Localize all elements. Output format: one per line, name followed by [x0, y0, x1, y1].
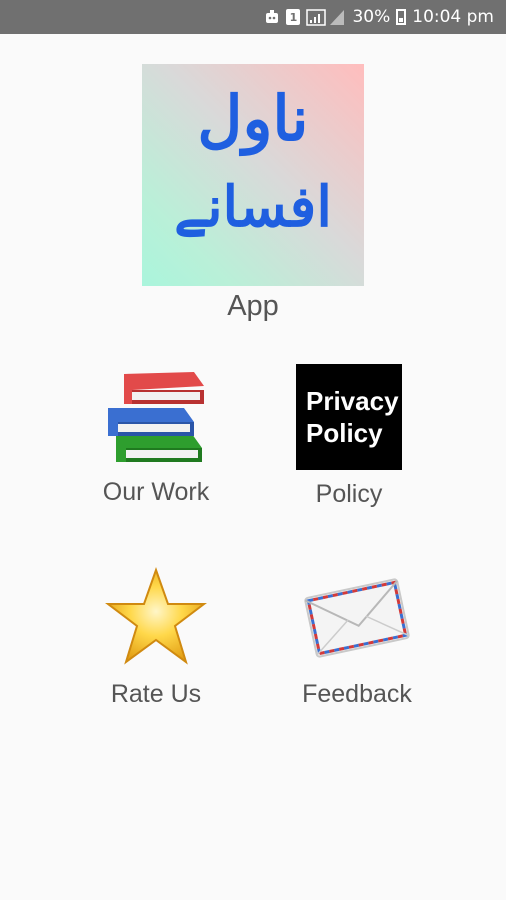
- policy-label: Policy: [315, 480, 383, 508]
- feedback-label: Feedback: [302, 680, 412, 708]
- logo-title-line2: افسانے: [174, 174, 332, 240]
- network-signal-icon: [306, 8, 346, 26]
- battery-icon: [396, 9, 407, 25]
- battery-percent: 30%: [352, 7, 391, 27]
- feedback-button[interactable]: Feedback: [257, 566, 457, 709]
- our-work-button[interactable]: Our Work: [56, 364, 256, 507]
- logo-title-line1: ناول: [197, 82, 309, 155]
- app-name: App: [227, 290, 279, 322]
- privacy-policy-icon: Privacy Policy: [296, 364, 402, 470]
- rate-us-button[interactable]: Rate Us: [56, 566, 256, 709]
- sim-card-number: 1: [286, 9, 301, 25]
- privacy-icon-text-line2: Policy: [306, 418, 383, 448]
- books-icon: [108, 372, 204, 462]
- clock: 10:04 pm: [412, 7, 494, 27]
- sim-card-icon: 1: [286, 9, 301, 25]
- envelope-icon: [304, 578, 410, 658]
- rate-us-label: Rate Us: [110, 680, 202, 708]
- our-work-label: Our Work: [102, 478, 210, 506]
- android-notification-icon: [264, 9, 280, 25]
- policy-button[interactable]: Privacy Policy Policy: [249, 364, 449, 509]
- status-bar: 1 30% 10:04 pm: [0, 0, 506, 34]
- star-icon: [105, 566, 207, 665]
- app-logo-banner: ناول افسانے: [142, 64, 364, 286]
- privacy-icon-text-line1: Privacy: [306, 385, 399, 416]
